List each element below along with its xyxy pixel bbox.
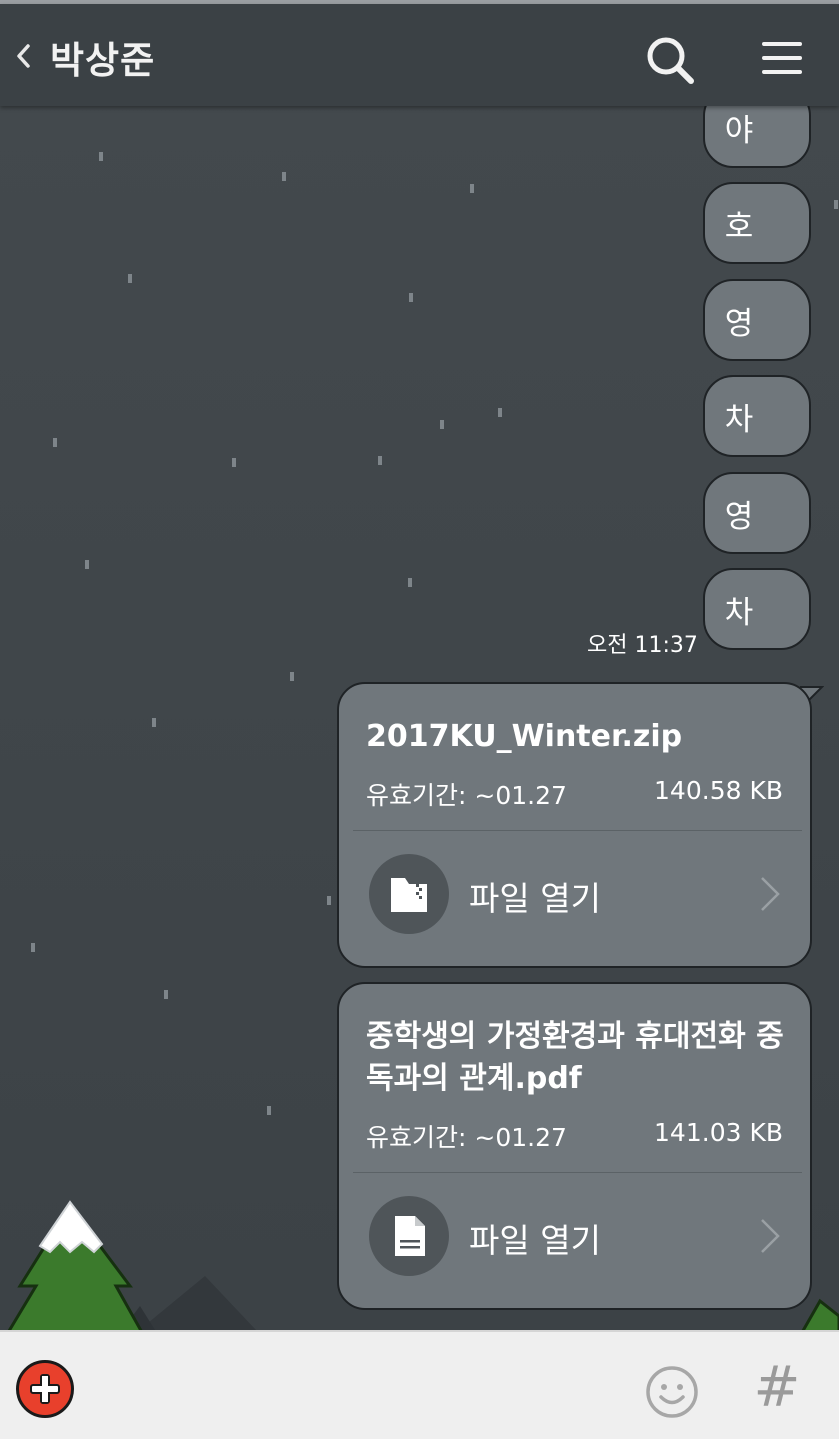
zip-folder-icon [391, 878, 427, 912]
search-icon[interactable] [644, 34, 696, 86]
open-file-label: 파일 열기 [469, 1221, 601, 1260]
snowflake [85, 560, 89, 569]
file-icon-circle [369, 854, 449, 934]
snowflake [378, 456, 382, 465]
message-text: 영 [724, 305, 754, 342]
snowflake [164, 990, 168, 999]
snowflake [498, 408, 502, 417]
hamburger-menu-icon[interactable] [758, 38, 806, 78]
snowflake [152, 718, 156, 727]
snowflake [834, 200, 838, 209]
plus-icon [30, 1374, 60, 1404]
message-timestamp: 오전 11:37 [587, 633, 698, 658]
chat-title[interactable]: 박상준 [50, 30, 155, 84]
message-bubble[interactable]: 영 [703, 472, 811, 554]
snowflake [232, 458, 236, 467]
open-file-label: 파일 열기 [469, 879, 601, 918]
divider [353, 1172, 802, 1173]
hashtag-button[interactable]: # [752, 1358, 802, 1418]
message-text: 영 [724, 498, 754, 535]
message-text: 야 [724, 112, 754, 149]
file-size: 140.58 KB [654, 776, 783, 805]
chevron-right-icon [761, 877, 780, 911]
message-text: 차 [724, 594, 754, 631]
open-file-button[interactable]: 파일 열기 [339, 1176, 810, 1296]
document-icon [395, 1216, 425, 1256]
message-bubble[interactable]: 야 [703, 106, 811, 168]
snowflake [31, 943, 35, 952]
file-expiry: 유효기간: ~01.27 [366, 1123, 567, 1152]
snowflake [128, 274, 132, 283]
snowflake [470, 184, 474, 193]
chat-header: 박상준 [0, 4, 839, 106]
message-bubble[interactable]: 차 [703, 375, 811, 457]
file-size: 141.03 KB [654, 1118, 783, 1147]
chat-area[interactable]: 야 호 영 차 영 차 오전 11:37 2017KU_Winter.zip 유… [0, 106, 839, 1330]
divider [353, 830, 802, 831]
snowflake [409, 293, 413, 302]
message-bubble[interactable]: 영 [703, 279, 811, 361]
open-file-button[interactable]: 파일 열기 [339, 834, 810, 954]
snowflake [440, 420, 444, 429]
snowflake [290, 672, 294, 681]
plus-button[interactable] [16, 1360, 74, 1418]
snowflake [53, 438, 57, 447]
message-bubble[interactable]: 차 [703, 568, 811, 650]
file-expiry: 유효기간: ~01.27 [366, 781, 567, 810]
file-name: 2017KU_Winter.zip [366, 719, 683, 754]
emoji-icon[interactable] [644, 1364, 700, 1420]
message-text: 호 [724, 208, 754, 245]
snowflake [282, 172, 286, 181]
snowflake [327, 896, 331, 905]
snowflake [408, 578, 412, 587]
file-name: 중학생의 가정환경과 휴대전화 중독과의 관계.pdf [366, 1019, 784, 1096]
file-icon-circle [369, 1196, 449, 1276]
snowflake [267, 1106, 271, 1115]
file-card[interactable]: 중학생의 가정환경과 휴대전화 중독과의 관계.pdf 유효기간: ~01.27… [337, 982, 812, 1310]
message-text: 차 [724, 401, 754, 438]
file-card[interactable]: 2017KU_Winter.zip 유효기간: ~01.27 140.58 KB… [337, 682, 812, 968]
snowflake [99, 152, 103, 161]
chevron-right-icon [761, 1219, 780, 1253]
input-bar: # [0, 1330, 839, 1439]
message-bubble[interactable]: 호 [703, 182, 811, 264]
chevron-left-icon[interactable] [12, 38, 34, 74]
